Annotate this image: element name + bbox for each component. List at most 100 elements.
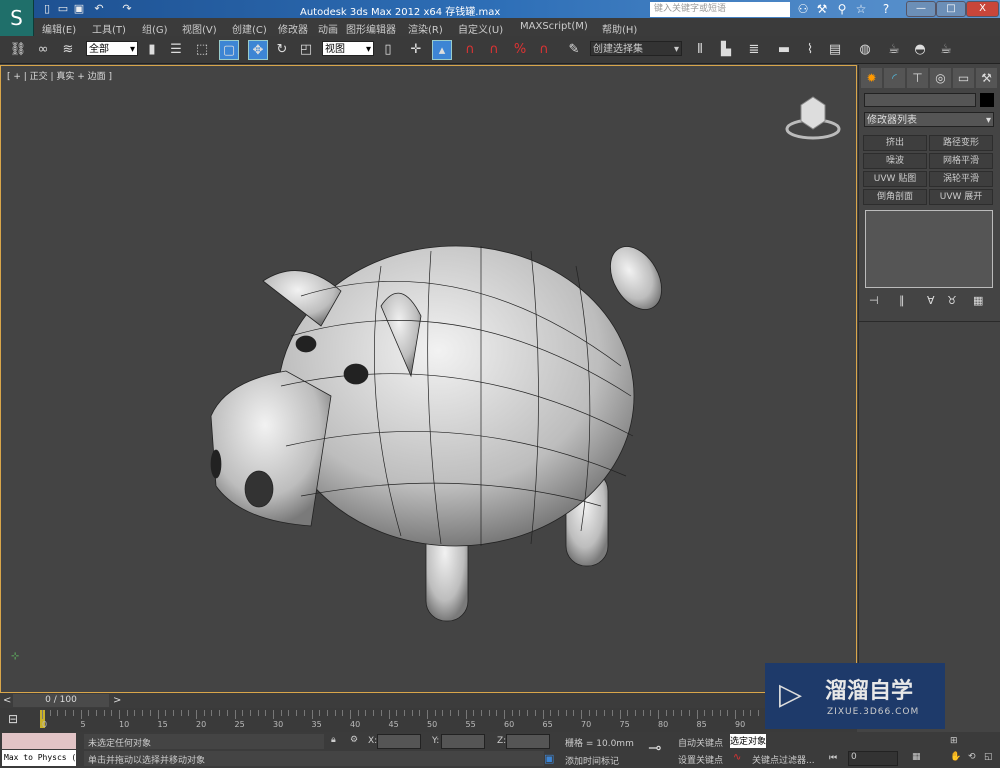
menu-customize[interactable]: 自定义(U) [458, 21, 503, 36]
modifier-stack-list[interactable] [865, 210, 993, 288]
bind-spacewarp-icon[interactable]: ≋ [58, 40, 78, 60]
modifier-path-deform-button[interactable]: 路径变形 [929, 135, 993, 151]
x-coordinate-field[interactable] [377, 734, 421, 749]
modify-tab-icon[interactable]: ◜ [884, 68, 905, 88]
menu-tools[interactable]: 工具(T) [92, 21, 126, 36]
scale-icon[interactable]: ◰ [296, 40, 316, 60]
lock-selection-icon[interactable]: 🔒︎ [331, 735, 336, 745]
modifier-turbosmooth-button[interactable]: 涡轮平滑 [929, 171, 993, 187]
scene-explorer-icon[interactable]: ▬ [774, 40, 794, 60]
open-file-icon[interactable]: ▭ [56, 2, 70, 16]
modifier-meshsmooth-button[interactable]: 网格平滑 [929, 153, 993, 169]
spinner-snap-icon[interactable]: ∩ [534, 40, 554, 60]
go-to-start-icon[interactable]: ⏮ [829, 753, 837, 763]
selection-filter-dropdown[interactable]: 全部 [86, 41, 138, 57]
edit-named-selection-icon[interactable]: ✎ [564, 40, 584, 60]
current-frame-field[interactable]: 0 [848, 751, 898, 766]
pivot-icon[interactable]: ▯ [378, 40, 398, 60]
new-file-icon[interactable]: ▯ [40, 2, 54, 16]
key-target-dropdown[interactable]: 选定对象 [730, 734, 766, 748]
zoom-extents-icon[interactable]: ⊞ [950, 736, 958, 746]
time-next-button[interactable]: > [113, 695, 121, 706]
menu-graph-editors[interactable]: 图形编辑器 [346, 21, 396, 36]
keyboard-shortcut-icon[interactable]: ▴ [432, 40, 452, 60]
star-icon[interactable]: ☆ [853, 2, 869, 16]
material-editor-icon[interactable]: ◍ [855, 40, 875, 60]
display-tab-icon[interactable]: ▭ [953, 68, 974, 88]
snap-3d-icon[interactable]: ∩ [460, 40, 480, 60]
link-icon[interactable]: ⛓ [8, 40, 28, 60]
render-production-icon[interactable]: ☕ [936, 40, 956, 60]
motion-tab-icon[interactable]: ◎ [930, 68, 951, 88]
app-logo[interactable]: S [0, 0, 34, 36]
mirror-icon[interactable]: ⫴ [690, 40, 710, 60]
binoculars-icon[interactable]: ⚇ [795, 2, 811, 16]
redo-icon[interactable]: ↷ [120, 2, 134, 16]
satellite-icon[interactable]: ⚲ [834, 2, 850, 16]
menu-modifiers[interactable]: 修改器 [278, 21, 308, 36]
search-input[interactable]: 键入关键字或短语 [650, 2, 790, 17]
named-selection-dropdown[interactable]: 创建选择集 [590, 41, 682, 57]
menu-edit[interactable]: 编辑(E) [42, 21, 76, 36]
window-crossing-icon[interactable]: ▢ [219, 40, 239, 60]
absolute-mode-icon[interactable]: ⚙ [350, 735, 358, 745]
maxscript-mini-listener[interactable] [2, 733, 76, 749]
region-select-icon[interactable]: ⬚ [192, 40, 212, 60]
piggy-bank-model[interactable] [1, 66, 856, 692]
menu-maxscript[interactable]: MAXScript(M) [520, 21, 588, 32]
time-slider[interactable]: < 0 / 100 > [0, 693, 857, 708]
perspective-viewport[interactable]: [ + | 正交 | 真实 + 边面 ] ⊹ [0, 65, 857, 693]
modifier-list-dropdown[interactable]: 修改器列表 [864, 112, 994, 128]
time-tag-icon[interactable]: ▣ [544, 752, 554, 765]
close-button[interactable]: X [966, 1, 999, 17]
orbit-icon[interactable]: ⟲ [968, 752, 976, 762]
time-prev-button[interactable]: < [3, 695, 11, 706]
menu-help[interactable]: 帮助(H) [602, 21, 637, 36]
render-setup-icon[interactable]: ☕ [884, 40, 904, 60]
show-end-result-icon[interactable]: ∥ [899, 294, 905, 307]
object-name-field[interactable] [864, 93, 976, 107]
auto-key-button[interactable]: 自动关键点 [678, 736, 723, 749]
modifier-noise-button[interactable]: 噪波 [863, 153, 927, 169]
align-icon[interactable]: ▙ [716, 40, 736, 60]
track-bar[interactable]: ⊟ 0 5 10 15 20 25 30 35 40 45 50 55 60 65 70 75 80 85 90 [0, 708, 857, 732]
reference-coord-dropdown[interactable]: 视图 [322, 41, 374, 57]
modifier-uvw-map-button[interactable]: UVW 贴图 [863, 171, 927, 187]
create-tab-icon[interactable]: ✹ [861, 68, 882, 88]
curve-editor-icon[interactable]: ⌇ [800, 40, 820, 60]
save-icon[interactable]: ▣ [72, 2, 86, 16]
angle-snap-icon[interactable]: ∩ [484, 40, 504, 60]
y-coordinate-field[interactable] [441, 734, 485, 749]
modifier-unwrap-uvw-button[interactable]: UVW 展开 [929, 189, 993, 205]
menu-create[interactable]: 创建(C) [232, 21, 267, 36]
z-coordinate-field[interactable] [506, 734, 550, 749]
move-icon[interactable]: ✥ [248, 40, 268, 60]
select-by-name-icon[interactable]: ☰ [166, 40, 186, 60]
make-unique-icon[interactable]: ∀ [927, 294, 935, 307]
schematic-view-icon[interactable]: ▤ [825, 40, 845, 60]
key-tangent-icon[interactable]: ∿ [733, 752, 741, 763]
modifier-extrude-button[interactable]: 挤出 [863, 135, 927, 151]
wrench-icon[interactable]: ⚒ [814, 2, 830, 16]
configure-modifier-sets-icon[interactable]: ▦ [973, 294, 983, 307]
undo-icon[interactable]: ↶ [92, 2, 106, 16]
menu-rendering[interactable]: 渲染(R) [408, 21, 443, 36]
mini-curve-editor-icon[interactable]: ⊟ [8, 712, 18, 726]
unlink-icon[interactable]: ∞ [33, 40, 53, 60]
add-time-tag-button[interactable]: 添加时间标记 [565, 754, 619, 767]
help-icon[interactable]: ? [878, 2, 894, 16]
rendered-frame-icon[interactable]: ◓ [910, 40, 930, 60]
time-slider-thumb[interactable]: 0 / 100 [13, 694, 109, 707]
maxscript-output[interactable]: Max to Physcs ( [2, 750, 76, 766]
set-key-mode-button[interactable]: 设置关键点 [678, 753, 723, 766]
manipulate-icon[interactable]: ✛ [406, 40, 426, 60]
modifier-bevel-profile-button[interactable]: 倒角剖面 [863, 189, 927, 205]
maximize-button[interactable]: □ [936, 1, 966, 17]
pan-icon[interactable]: ✋ [950, 752, 961, 762]
select-object-icon[interactable]: ▮ [142, 40, 162, 60]
menu-group[interactable]: 组(G) [142, 21, 168, 36]
hierarchy-tab-icon[interactable]: ⊤ [907, 68, 928, 88]
utilities-tab-icon[interactable]: ⚒ [976, 68, 997, 88]
pin-stack-icon[interactable]: ⊣ [869, 294, 879, 307]
remove-modifier-icon[interactable]: ♉ [947, 294, 957, 307]
